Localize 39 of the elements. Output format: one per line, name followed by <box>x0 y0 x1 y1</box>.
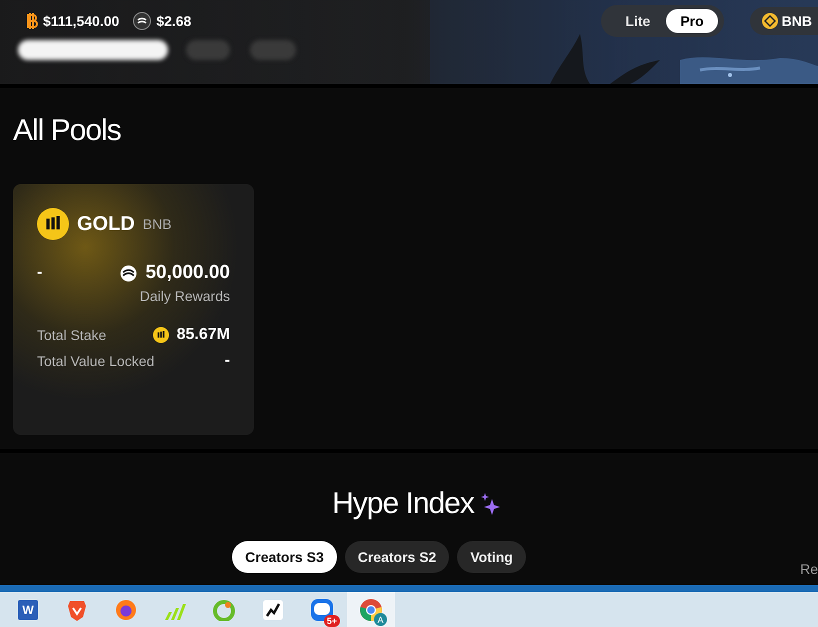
sparkle-icon <box>480 493 500 515</box>
lion-shield-icon <box>67 598 87 620</box>
mode-option[interactable]: Pro <box>666 9 718 33</box>
index-tab[interactable]: Creators S3 <box>232 541 337 573</box>
price-ticker: $111,540.00 <box>26 13 120 29</box>
coin-icon <box>152 327 169 343</box>
apr-value: - <box>37 264 42 282</box>
coccoc-icon <box>213 598 235 620</box>
taskbar-app[interactable]: 5+ <box>298 592 346 627</box>
index-tab[interactable]: Creators S2 <box>344 541 450 573</box>
section-title: All Pools <box>13 114 122 148</box>
pool-card[interactable]: GOLD BNB - 50,000.00 Daily Rewards Total Stake 85.67M Total Value Locked - <box>13 184 254 435</box>
bnb-icon <box>762 13 778 29</box>
tvl-value: - <box>224 352 230 370</box>
taskbar-app[interactable]: W <box>4 592 52 627</box>
chrome-icon <box>359 598 383 622</box>
stake-label: Total Stake <box>37 327 106 343</box>
tvl-label: Total Value Locked <box>37 353 154 369</box>
chart-app-icon <box>263 600 283 620</box>
price-ticker: $2.68 <box>133 12 192 30</box>
rewards-label: Daily Rewards <box>140 288 230 304</box>
taskbar-app[interactable]: A <box>347 592 395 627</box>
cut-tab-label: Re <box>800 561 818 577</box>
network-selector[interactable]: BNB <box>750 7 818 35</box>
token-icon <box>133 12 152 30</box>
chain-label: BNB <box>142 216 172 232</box>
token-icon <box>120 264 138 282</box>
pool-name: GOLD <box>77 212 135 236</box>
index-tab[interactable]: Voting <box>457 541 526 573</box>
word-icon: W <box>18 600 38 620</box>
bitcoin-icon <box>26 13 38 29</box>
mode-option[interactable]: Lite <box>611 9 664 33</box>
stake-value: 85.67M <box>152 326 230 344</box>
rewards-value: 50,000.00 <box>120 262 230 284</box>
notification-badge: 5+ <box>324 615 340 627</box>
firefox-icon <box>115 598 137 620</box>
profile-avatar: A <box>374 613 387 626</box>
coin-icon <box>37 208 69 240</box>
section-title: Hype Index <box>332 487 474 521</box>
